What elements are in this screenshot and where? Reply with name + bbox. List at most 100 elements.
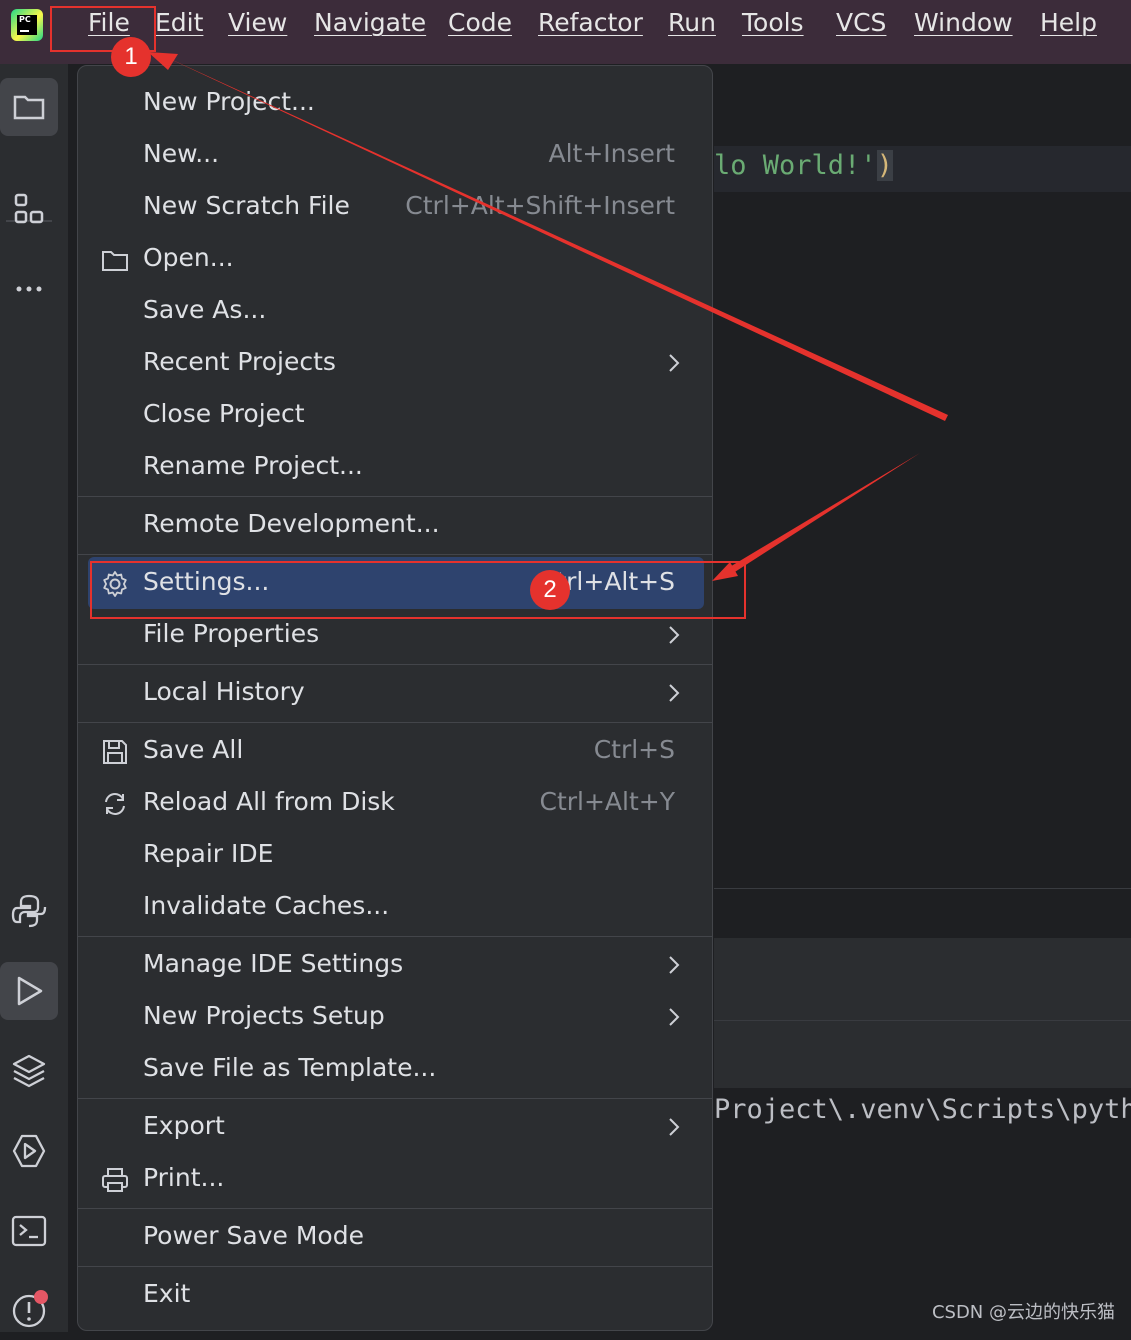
menu-edit[interactable]: Edit [155,8,203,37]
menu-label: Export [143,1111,225,1140]
menu-label: New Project... [143,87,315,116]
menu-label: Manage IDE Settings [143,949,404,978]
menu-view[interactable]: View [228,8,287,37]
chevron-right-icon [669,1008,680,1026]
menu-label: Repair IDE [143,839,274,868]
file-menu-dropdown: New Project... New... Alt+Insert New Scra… [77,65,713,1331]
run-icon [17,976,43,1006]
menu-label: New... [143,139,220,168]
menu-label: Remote Development... [143,509,440,538]
menu-new[interactable]: New... Alt+Insert [78,129,712,181]
menu-label: Reload All from Disk [143,787,395,816]
run-tool-button[interactable] [0,962,58,1020]
title-menu-bar: PC File Edit View Navigate Code Refactor… [0,0,1131,64]
terminal-icon [11,1215,47,1247]
menu-shortcut: Ctrl+S [593,735,675,764]
save-icon [103,740,127,764]
menu-label: New Projects Setup [143,1001,385,1030]
menu-label: Save File as Template... [143,1053,437,1082]
project-tool-button[interactable] [0,78,58,136]
menu-close-project[interactable]: Close Project [78,389,712,441]
more-tools-button[interactable] [0,260,58,318]
run-tool-tabs [714,1020,1131,1089]
menu-save-file-as-template[interactable]: Save File as Template... [78,1043,712,1095]
logo-text: PC [19,15,31,24]
menu-local-history[interactable]: Local History [78,667,712,719]
menu-window[interactable]: Window [914,8,1013,37]
python-icon [11,894,47,928]
chevron-right-icon [669,1118,680,1136]
code-string: lo World!' [714,150,877,181]
console-output-line: Project\.venv\Scripts\pyth [714,1094,1131,1125]
code-paren: ) [876,150,893,181]
menu-label: Rename Project... [143,451,363,480]
menu-separator [78,1208,712,1209]
menu-new-project[interactable]: New Project... [78,77,712,129]
menu-export[interactable]: Export [78,1101,712,1153]
annotation-step-2: 2 [530,570,570,610]
menu-shortcut: Ctrl+Alt+Shift+Insert [405,191,675,220]
menu-power-save-mode[interactable]: Power Save Mode [78,1211,712,1263]
menu-label: Recent Projects [143,347,336,376]
structure-icon [14,193,44,224]
menu-recent-projects[interactable]: Recent Projects [78,337,712,389]
menu-help[interactable]: Help [1040,8,1097,37]
left-tool-strip [0,64,69,1332]
menu-remote-development[interactable]: Remote Development... [78,499,712,551]
problems-tool-button[interactable] [0,1282,58,1340]
menu-code[interactable]: Code [448,8,512,37]
run-tool-header [714,888,1131,939]
menu-new-scratch-file[interactable]: New Scratch File Ctrl+Alt+Shift+Insert [78,181,712,233]
menu-separator [78,1266,712,1267]
terminal-tool-button[interactable] [0,1202,58,1260]
menu-label: File Properties [143,619,320,648]
layers-tool-button[interactable] [0,1042,58,1100]
menu-new-projects-setup[interactable]: New Projects Setup [78,991,712,1043]
structure-tool-button[interactable] [0,180,58,238]
menu-run[interactable]: Run [668,8,716,37]
menu-label: Local History [143,677,305,706]
chevron-right-icon [669,626,680,644]
menu-separator [78,936,712,937]
menu-label: Power Save Mode [143,1221,364,1250]
menu-save-all[interactable]: Save All Ctrl+S [78,725,712,777]
pycharm-logo-icon[interactable]: PC [11,9,43,41]
menu-print[interactable]: Print... [78,1153,712,1205]
menu-reload-all[interactable]: Reload All from Disk Ctrl+Alt+Y [78,777,712,829]
menu-separator [78,1098,712,1099]
menu-vcs[interactable]: VCS [836,8,886,37]
watermark: CSDN @云边的快乐猫 [931,1302,1115,1323]
chevron-right-icon [669,956,680,974]
menu-tools[interactable]: Tools [742,8,804,37]
menu-rename-project[interactable]: Rename Project... [78,441,712,493]
menu-separator [78,664,712,665]
reload-icon [105,793,125,815]
folder-icon [13,95,45,120]
chevron-right-icon [669,684,680,702]
menu-label: Open... [143,243,234,272]
menu-label: Invalidate Caches... [143,891,390,920]
annotation-step-1: 1 [111,37,151,77]
chevron-right-icon [669,354,680,372]
menu-shortcut: Alt+Insert [548,139,675,168]
menu-separator [78,496,712,497]
menu-manage-ide-settings[interactable]: Manage IDE Settings [78,939,712,991]
menu-invalidate-caches[interactable]: Invalidate Caches... [78,881,712,933]
menu-separator [78,554,712,555]
menu-refactor[interactable]: Refactor [538,8,643,37]
menu-save-as[interactable]: Save As... [78,285,712,337]
menu-label: New Scratch File [143,191,350,220]
menu-open[interactable]: Open... [78,233,712,285]
menu-label: Exit [143,1279,191,1308]
menu-exit[interactable]: Exit [78,1269,712,1321]
annotation-box-settings [90,561,746,619]
menu-label: Save All [143,735,244,764]
services-icon [12,1134,46,1168]
editor-area [714,64,1131,146]
menu-navigate[interactable]: Navigate [314,8,426,37]
menu-label: Print... [143,1163,225,1192]
editor-code-line[interactable]: lo World!') [714,150,893,181]
menu-repair-ide[interactable]: Repair IDE [78,829,712,881]
services-tool-button[interactable] [0,1122,58,1180]
python-console-button[interactable] [0,882,58,940]
